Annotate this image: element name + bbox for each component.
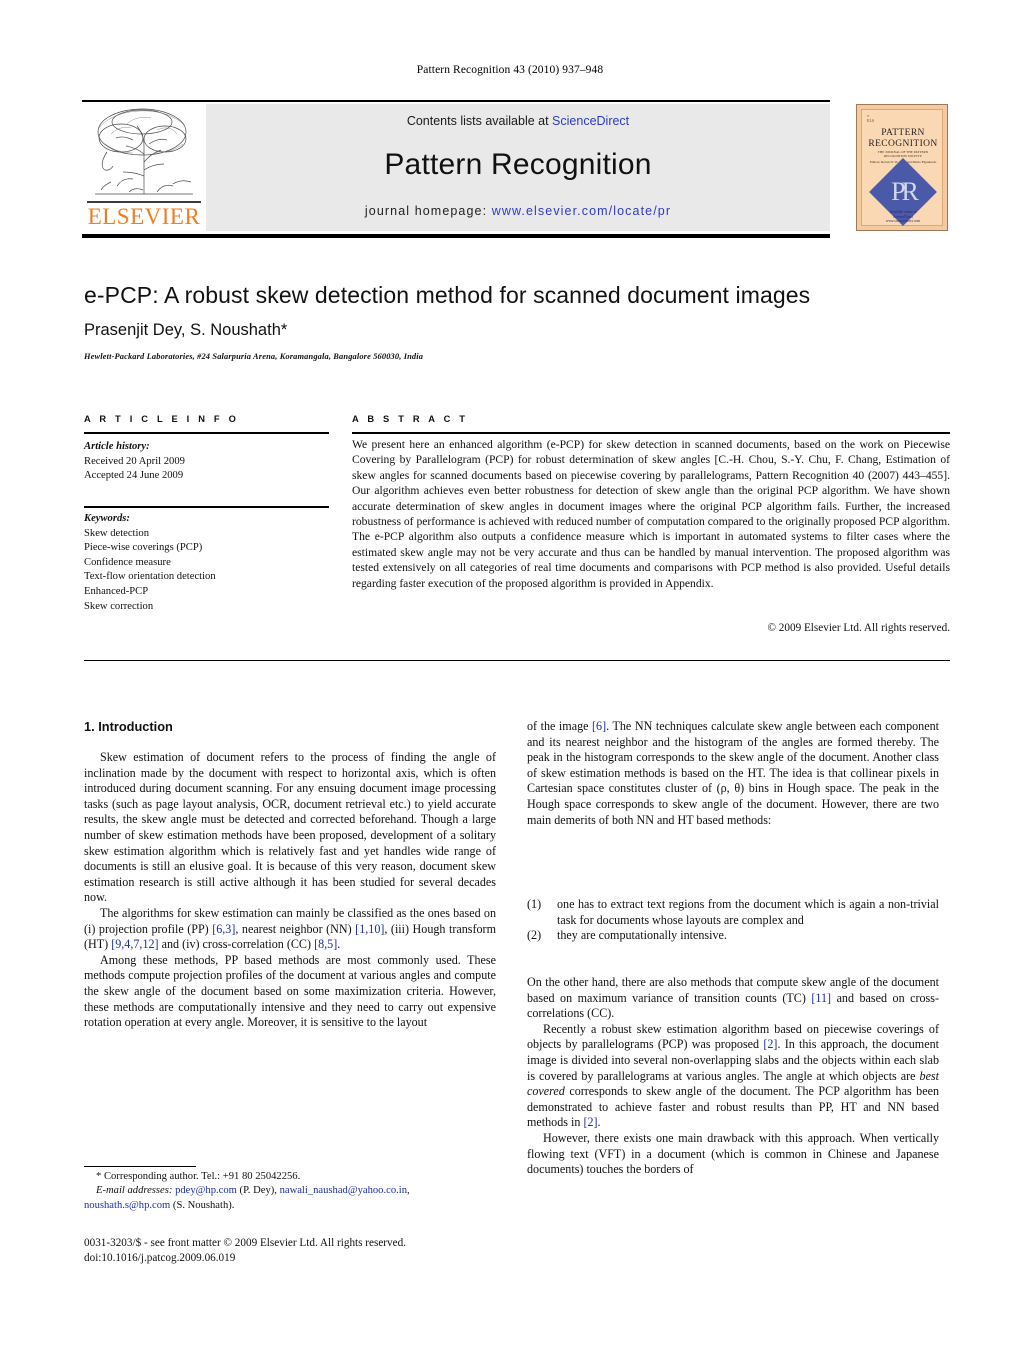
abstract-text: We present here an enhanced algorithm (e… bbox=[352, 437, 950, 591]
body-paragraph-drawback: However, there exists one main drawback … bbox=[527, 1130, 939, 1177]
body-paragraph-pcp: Recently a robust skew estimation algori… bbox=[527, 1022, 939, 1131]
body-paragraph: Among these methods, PP based methods ar… bbox=[84, 952, 496, 1030]
citation-link[interactable]: [1,10] bbox=[355, 922, 384, 936]
list-item-number: (1) bbox=[527, 897, 542, 911]
email-name-1: (P. Dey), bbox=[236, 1185, 280, 1197]
journal-header-block: ELSEVIER Contents lists available at Sci… bbox=[82, 104, 830, 231]
keywords-rule bbox=[84, 506, 329, 508]
imprint-block: 0031-3203/$ - see front matter © 2009 El… bbox=[84, 1236, 514, 1265]
journal-cover-thumbnail[interactable]: ≡ ELS PATTERN RECOGNITION THE JOURNAL OF … bbox=[856, 104, 948, 231]
header-rule-bottom bbox=[82, 234, 830, 238]
body-paragraph-continued: of the image [6]. The NN techniques calc… bbox=[527, 719, 939, 828]
body-paragraph-transition-counts: On the other hand, there are also method… bbox=[527, 975, 939, 1022]
page-title: e-PCP: A robust skew detection method fo… bbox=[84, 282, 811, 308]
email-link-3[interactable]: noushath.s@hp.com bbox=[84, 1200, 170, 1211]
journal-banner: Contents lists available at ScienceDirec… bbox=[206, 104, 830, 231]
elsevier-wordmark: ELSEVIER bbox=[87, 204, 201, 229]
journal-title: Pattern Recognition bbox=[384, 148, 652, 181]
citation-link[interactable]: [8,5] bbox=[314, 937, 337, 951]
article-info-kicker: A R T I C L E I N F O bbox=[84, 414, 240, 424]
list-item: (2) they are computationally intensive. bbox=[527, 928, 939, 944]
keyword-item: Enhanced-PCP bbox=[84, 585, 149, 597]
journal-homepage-line: journal homepage: www.elsevier.com/locat… bbox=[206, 204, 830, 218]
doi-line: doi:10.1016/j.patcog.2009.06.019 bbox=[84, 1251, 236, 1264]
cover-sciencedirect-note: Available online at ScienceDirect www.sc… bbox=[885, 210, 921, 224]
article-history-received: Received 20 April 2009 bbox=[84, 455, 185, 467]
elsevier-divider bbox=[87, 201, 201, 203]
section-heading-introduction: 1. Introduction bbox=[84, 719, 173, 734]
abstract-paragraph: We present here an enhanced algorithm (e… bbox=[352, 438, 950, 590]
citation-link[interactable]: [2] bbox=[583, 1115, 597, 1129]
sciencedirect-link[interactable]: ScienceDirect bbox=[552, 114, 629, 128]
keywords-label: Keywords: bbox=[84, 513, 130, 524]
abstract-kicker: A B S T R A C T bbox=[352, 414, 469, 424]
author-list: Prasenjit Dey, S. Noushath* bbox=[84, 321, 288, 339]
body-column-left: Skew estimation of document refers to th… bbox=[84, 750, 496, 1031]
keyword-item: Piece-wise coverings (PCP) bbox=[84, 542, 203, 554]
abstract-bottom-rule bbox=[84, 660, 950, 661]
footnote-rule bbox=[84, 1166, 196, 1167]
email-link-2[interactable]: nawali_naushad@yahoo.co.in bbox=[280, 1185, 407, 1196]
abstract-copyright: © 2009 Elsevier Ltd. All rights reserved… bbox=[767, 622, 951, 634]
abstract-rule bbox=[352, 432, 950, 434]
list-item-number: (2) bbox=[527, 928, 542, 943]
citation-link[interactable]: [2] bbox=[763, 1037, 777, 1051]
elsevier-logo: ELSEVIER bbox=[82, 104, 206, 231]
article-history-label: Article history: bbox=[84, 441, 150, 452]
homepage-prefix: journal homepage: bbox=[364, 204, 492, 218]
contents-available-line: Contents lists available at ScienceDirec… bbox=[206, 114, 830, 128]
keyword-item: Skew detection bbox=[84, 527, 150, 539]
list-item-text: one has to extract text regions from the… bbox=[557, 897, 939, 927]
keyword-item: Skew correction bbox=[84, 600, 154, 612]
classification-mid3: and (iv) cross-correlation (CC) bbox=[158, 937, 315, 952]
email-label: E-mail addresses: bbox=[96, 1185, 173, 1197]
numbered-demerits-list: (1) one has to extract text regions from… bbox=[527, 897, 939, 944]
cover-elsevier-mark: ≡ ELS bbox=[867, 113, 875, 123]
keyword-item: Confidence measure bbox=[84, 556, 171, 568]
email-sep: , bbox=[407, 1185, 410, 1197]
pcp-tail: . bbox=[597, 1115, 601, 1130]
body-paragraph-classification: The algorithms for skew estimation can m… bbox=[84, 906, 496, 953]
right-tail: . The NN techniques calculate skew angle… bbox=[527, 719, 939, 827]
journal-homepage-link[interactable]: www.elsevier.com/locate/pr bbox=[492, 204, 671, 218]
issn-copyright-line: 0031-3203/$ - see front matter © 2009 El… bbox=[84, 1237, 406, 1249]
classification-tail: . bbox=[337, 937, 341, 952]
body-paragraph: Skew estimation of document refers to th… bbox=[84, 750, 496, 905]
citation-link[interactable]: [6,3] bbox=[212, 922, 235, 936]
cover-monogram: PR bbox=[891, 177, 919, 206]
cover-title: PATTERN RECOGNITION bbox=[862, 128, 944, 150]
article-history: Article history: Received 20 April 2009 … bbox=[84, 440, 329, 484]
email-name-3: (S. Noushath). bbox=[170, 1199, 235, 1211]
contents-prefix: Contents lists available at bbox=[406, 114, 553, 128]
elsevier-tree-icon bbox=[87, 106, 201, 200]
header-rule-top bbox=[82, 100, 830, 102]
running-head: Pattern Recognition 43 (2010) 937–948 bbox=[416, 64, 604, 76]
right-lead: of the image bbox=[527, 719, 593, 733]
cover-inner-frame: ≡ ELS PATTERN RECOGNITION THE JOURNAL OF … bbox=[861, 109, 943, 226]
citation-link[interactable]: [6] bbox=[592, 719, 606, 733]
body-column-right-bottom: On the other hand, there are also method… bbox=[527, 975, 939, 1178]
affiliation: Hewlett-Packard Laboratories, #24 Salarp… bbox=[84, 352, 424, 361]
keywords-block: Keywords: Skew detection Piece-wise cove… bbox=[84, 512, 329, 614]
keyword-item: Text-flow orientation detection bbox=[84, 571, 216, 583]
list-item: (1) one has to extract text regions from… bbox=[527, 897, 939, 928]
corresponding-author-note: * Corresponding author. Tel.: +91 80 250… bbox=[96, 1171, 301, 1182]
journal-article-page: Pattern Recognition 43 (2010) 937–948 EL… bbox=[0, 0, 1020, 1351]
email-addresses-note: E-mail addresses: pdey@hp.com (P. Dey), … bbox=[84, 1184, 496, 1213]
body-column-right-top: of the image [6]. The NN techniques calc… bbox=[527, 719, 939, 828]
article-history-accepted: Accepted 24 June 2009 bbox=[84, 470, 184, 482]
citation-link[interactable]: [9,4,7,12] bbox=[111, 937, 158, 951]
list-item-text: they are computationally intensive. bbox=[557, 928, 727, 943]
footnote-block: * Corresponding author. Tel.: +91 80 250… bbox=[84, 1170, 496, 1213]
classification-mid1: , nearest neighbor (NN) bbox=[235, 921, 356, 936]
email-link-1[interactable]: pdey@hp.com bbox=[175, 1185, 237, 1196]
cover-title-line2: RECOGNITION bbox=[868, 139, 938, 149]
article-info-rule bbox=[84, 432, 329, 434]
citation-link[interactable]: [11] bbox=[811, 991, 831, 1005]
cover-title-line1: PATTERN bbox=[881, 128, 925, 138]
